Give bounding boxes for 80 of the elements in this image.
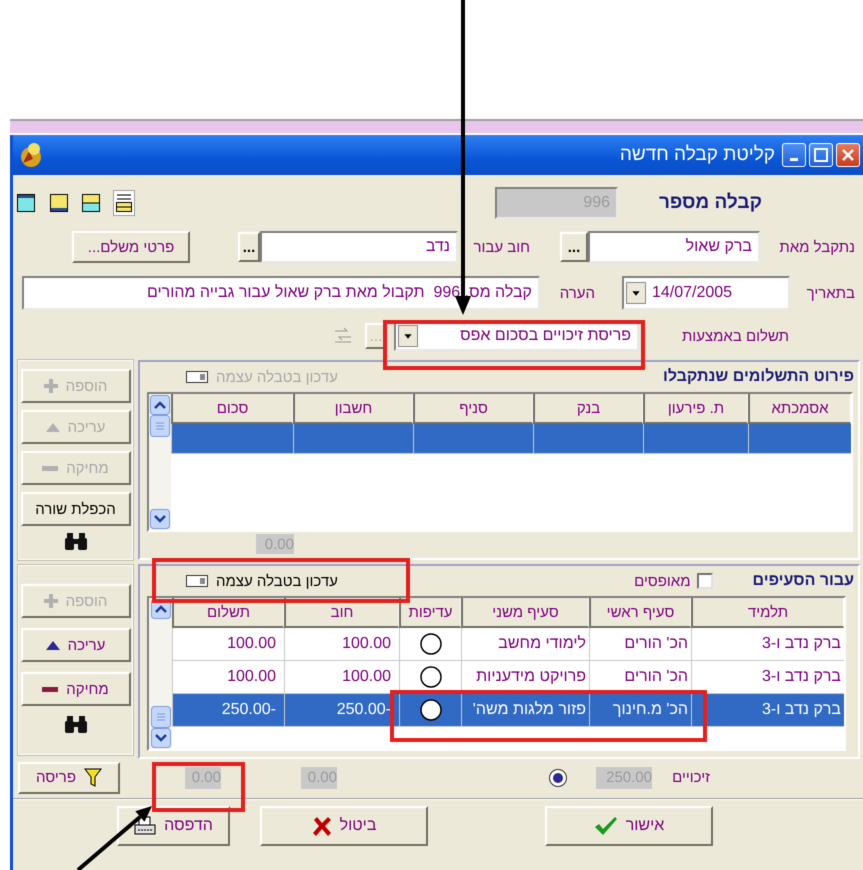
plus-icon xyxy=(44,379,58,393)
table-row[interactable] xyxy=(171,424,851,454)
printer-icon xyxy=(134,816,156,836)
minus-icon xyxy=(42,686,58,692)
triangle-up-icon xyxy=(46,422,60,432)
column-header[interactable]: סעיף משני xyxy=(461,598,589,628)
scroll-up-icon[interactable] xyxy=(150,395,170,415)
input-field[interactable]: ברק שאול xyxy=(588,231,760,263)
close-button[interactable] xyxy=(836,143,860,167)
toggle-icon xyxy=(186,371,208,383)
binoculars-icon[interactable] xyxy=(64,533,86,551)
field-label: תשלום באמצעות xyxy=(680,328,789,344)
column-header[interactable]: חשבון xyxy=(293,394,413,424)
receipt-number-label: קבלה מספר xyxy=(658,192,762,214)
caret-icon[interactable] xyxy=(626,282,646,304)
payer-details-button[interactable]: פרטי משלם... xyxy=(72,231,190,263)
input-field[interactable]: נדב xyxy=(260,231,458,263)
column-header[interactable]: סכום xyxy=(171,394,293,424)
scroll-down-icon[interactable] xyxy=(150,728,170,748)
panel-title: פירוט התשלומים שנתקבלו xyxy=(663,368,854,386)
radio-icon[interactable] xyxy=(420,699,442,721)
side-button[interactable]: הכפלת שורה xyxy=(20,492,130,526)
browse-button[interactable]: ... xyxy=(560,232,588,262)
scroll-thumb[interactable] xyxy=(150,706,170,728)
column-header[interactable]: אסמכתא xyxy=(748,394,851,424)
plus-icon xyxy=(44,594,58,608)
column-header[interactable]: ת. פירעון xyxy=(643,394,748,424)
list-layout-icon xyxy=(114,193,133,213)
panel-layout-icon xyxy=(82,194,100,212)
scroll-down-icon[interactable] xyxy=(150,509,170,529)
window-title: קליטת קבלה חדשה xyxy=(620,144,775,166)
update-toggle[interactable]: עדכון בטבלה עצמה xyxy=(182,572,342,590)
column-header[interactable]: עדיפות xyxy=(399,598,461,628)
field-label: בתאריך xyxy=(806,284,855,302)
side-button[interactable]: עריכה xyxy=(20,628,130,662)
column-header[interactable]: תלמיד xyxy=(691,598,844,628)
remark-field[interactable]: קבלה מס. 996 תקבול מאת ברק שאול עבור גבייה מהורים xyxy=(22,276,540,310)
field-label: נתקבל מאת xyxy=(778,238,855,256)
column-header[interactable]: סעיף ראשי xyxy=(589,598,691,628)
panel-layout-icon xyxy=(17,194,36,212)
binoculars-icon[interactable] xyxy=(64,716,86,734)
panel-layout-icon xyxy=(50,194,68,212)
footer-button[interactable]: ביטול xyxy=(260,806,428,846)
side-button[interactable]: מחיקה xyxy=(20,672,130,706)
table-cell: ברק נדב ו-3 xyxy=(691,694,844,727)
column-header[interactable]: בנק xyxy=(533,394,643,424)
triangle-up-icon xyxy=(46,640,60,650)
browse-button[interactable]: ... xyxy=(238,232,260,262)
maximize-button[interactable] xyxy=(809,143,833,167)
field-label: הערה xyxy=(558,284,595,302)
view-button[interactable] xyxy=(112,190,135,216)
x-icon xyxy=(312,816,332,836)
table-cell: 250.00- xyxy=(172,694,284,727)
funnel-icon xyxy=(84,768,102,788)
toggle-icon xyxy=(186,575,208,587)
radio-icon[interactable] xyxy=(420,633,442,655)
maximize-icon xyxy=(814,148,828,162)
panel-title: עבור הסעיפים xyxy=(752,572,854,590)
caret-icon[interactable] xyxy=(398,325,418,347)
radio-icon[interactable] xyxy=(420,666,442,688)
minimize-button[interactable] xyxy=(782,143,806,167)
payment-method-dropdown[interactable]: פריסת זיכויים בסכום אפס xyxy=(394,321,639,351)
minus-icon xyxy=(42,466,58,470)
reset-checkbox[interactable]: מאופסים xyxy=(634,572,713,590)
table-cell: פזור מלגות משה' xyxy=(461,694,589,727)
footer-button[interactable]: אישור xyxy=(545,806,713,846)
checkmark-icon xyxy=(594,816,618,836)
field-label: זיכויים xyxy=(671,769,710,786)
scrollbar[interactable] xyxy=(149,394,171,530)
field-label: חוב עבור xyxy=(472,238,530,256)
date-dropdown[interactable]: 14/07/2005 xyxy=(622,276,790,310)
scroll-thumb[interactable] xyxy=(150,415,170,437)
split-button[interactable]: פריסה xyxy=(18,762,120,794)
credit-radio[interactable] xyxy=(549,768,567,786)
minimize-icon xyxy=(790,158,798,160)
scrollbar[interactable] xyxy=(149,598,172,749)
column-header[interactable]: סניף xyxy=(413,394,533,424)
table-cell: הכ' מ.חינוך xyxy=(589,694,691,727)
close-icon xyxy=(841,148,855,162)
table-cell: 250.00- xyxy=(284,694,399,727)
